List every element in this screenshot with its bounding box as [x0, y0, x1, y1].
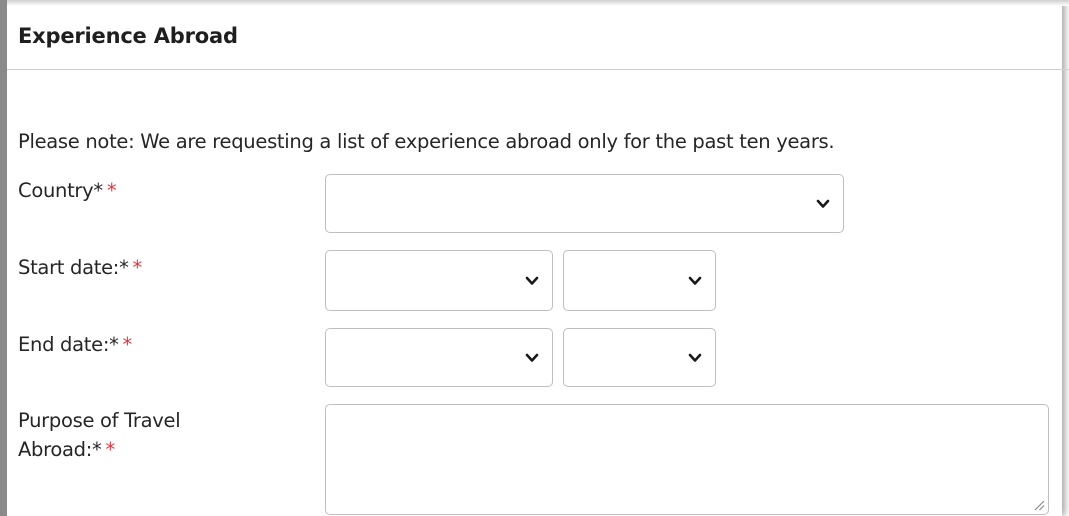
title-divider	[7, 69, 1069, 70]
required-asterisk: *	[122, 333, 133, 356]
purpose-label-line2-wrap: Abroad:* *	[18, 435, 180, 464]
required-asterisk: *	[132, 256, 143, 279]
start-date-label: Start date:* *	[18, 253, 142, 282]
note-text: Please note: We are requesting a list of…	[18, 130, 835, 153]
resize-handle-icon[interactable]	[1033, 499, 1045, 511]
end-year-select[interactable]	[563, 328, 716, 387]
country-label-text: Country*	[18, 179, 103, 202]
start-year-select[interactable]	[563, 250, 716, 311]
chevron-down-icon	[525, 353, 539, 362]
purpose-label-line2: Abroad:*	[18, 438, 102, 461]
required-asterisk: *	[106, 179, 117, 202]
country-select[interactable]	[325, 174, 844, 233]
start-date-label-text: Start date:*	[18, 256, 129, 279]
purpose-label: Purpose of Travel Abroad:* *	[18, 406, 181, 464]
section-title: Experience Abroad	[18, 24, 238, 48]
experience-abroad-panel: Experience Abroad Please note: We are re…	[0, 0, 1069, 516]
end-date-label: End date:* *	[18, 330, 132, 359]
purpose-textarea[interactable]	[325, 404, 1049, 515]
chevron-down-icon	[816, 199, 830, 208]
country-label: Country* *	[18, 176, 117, 205]
start-month-select[interactable]	[325, 250, 553, 311]
end-date-label-text: End date:*	[18, 333, 119, 356]
top-shadow	[7, 0, 1069, 6]
chevron-down-icon	[688, 276, 702, 285]
purpose-label-line1: Purpose of Travel	[18, 409, 181, 432]
chevron-down-icon	[688, 353, 702, 362]
end-month-select[interactable]	[325, 328, 553, 387]
required-asterisk: *	[105, 438, 115, 461]
chevron-down-icon	[525, 276, 539, 285]
